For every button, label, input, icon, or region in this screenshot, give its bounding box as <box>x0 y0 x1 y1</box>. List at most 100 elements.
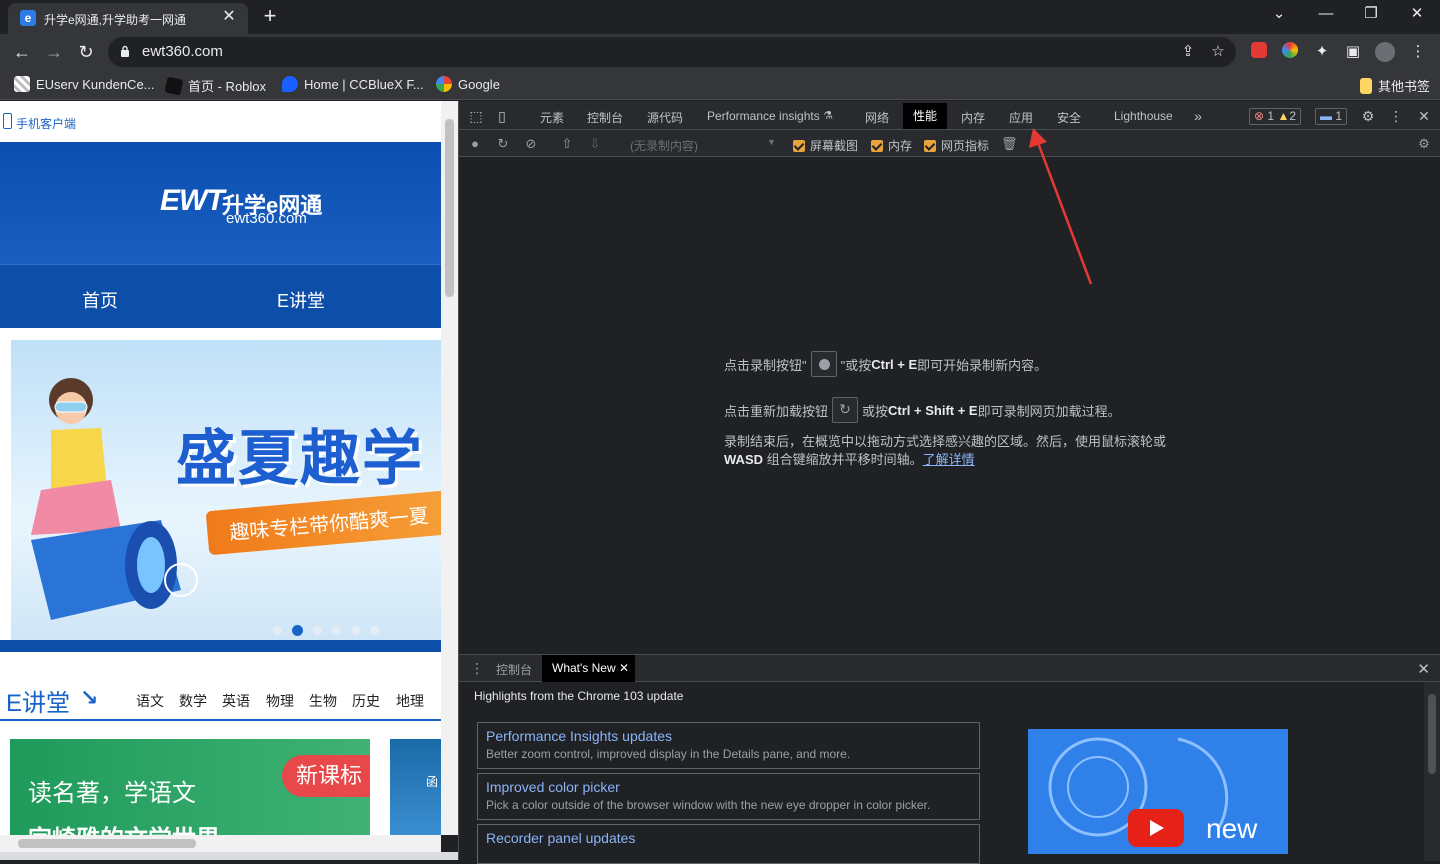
subject-tab[interactable]: 数学 <box>179 691 207 711</box>
nav-home[interactable]: 首页 <box>82 287 118 313</box>
carousel-dot[interactable] <box>273 626 282 635</box>
load-profile-icon[interactable]: ⇧ <box>559 136 575 152</box>
save-profile-icon[interactable]: ⇩ <box>587 136 603 152</box>
side-panel-icon[interactable]: ▣ <box>1343 42 1363 62</box>
drawer-tab-console[interactable]: 控制台 <box>496 661 532 678</box>
close-devtools-icon[interactable]: ✕ <box>1416 108 1432 124</box>
drawer-menu-icon[interactable]: ⋮ <box>470 660 484 677</box>
reload-button[interactable]: ↻ <box>74 40 98 64</box>
close-tab-icon[interactable]: ✕ <box>619 661 629 675</box>
devtools-menu-icon[interactable]: ⋮ <box>1388 108 1404 124</box>
nav-electure[interactable]: E讲堂 <box>277 287 325 313</box>
drawer-tab-whats-new[interactable]: What's New ✕ <box>542 655 636 682</box>
issues-counter[interactable]: ⊗ 1 ▲2 <box>1249 108 1302 125</box>
messages-counter[interactable]: ▬ 1 <box>1315 108 1348 125</box>
inspect-element-icon[interactable]: ⬚ <box>468 108 484 124</box>
tab-elements[interactable]: 元素 <box>540 109 564 126</box>
chrome-menu-icon[interactable]: ⋮ <box>1408 42 1428 62</box>
forward-button[interactable]: → <box>42 40 66 64</box>
subject-tab[interactable]: 语文 <box>136 691 164 711</box>
bookmark-star-icon[interactable]: ☆ <box>1208 42 1228 62</box>
tab-console[interactable]: 控制台 <box>587 109 623 126</box>
feature-card[interactable]: Improved color picker Pick a color outsi… <box>477 773 980 820</box>
close-window-button[interactable]: ✕ <box>1402 4 1432 24</box>
scrollbar-thumb[interactable] <box>1428 694 1436 774</box>
recording-select[interactable]: (无录制内容) <box>630 137 698 154</box>
web-vitals-checkbox[interactable]: 网页指标 <box>924 137 989 154</box>
bookmark-roblox[interactable]: 首页 - Roblox <box>164 76 266 95</box>
youtube-play-icon[interactable] <box>1128 809 1184 847</box>
devtools-divider[interactable] <box>458 101 459 860</box>
browser-tab[interactable]: e 升学e网通,升学助考一网通 ✕ <box>8 3 248 34</box>
carousel-dot[interactable] <box>351 626 360 635</box>
drawer-scrollbar[interactable] <box>1424 682 1440 861</box>
share-icon[interactable]: ⇪ <box>1178 42 1198 62</box>
restore-button[interactable]: ❐ <box>1356 4 1386 24</box>
subject-tab[interactable]: 历史 <box>352 691 380 711</box>
clear-icon[interactable]: ⊘ <box>523 136 539 152</box>
tab-security[interactable]: 安全 <box>1057 109 1081 126</box>
tab-network[interactable]: 网络 <box>865 109 889 126</box>
tab-sources[interactable]: 源代码 <box>647 109 683 126</box>
extension-adblock-icon[interactable] <box>1249 42 1269 62</box>
tab-search-icon[interactable]: ⌄ <box>1264 4 1294 24</box>
more-tabs-icon[interactable]: » <box>1190 108 1206 124</box>
close-drawer-icon[interactable]: ✕ <box>1417 660 1430 678</box>
whats-new-video-thumbnail[interactable]: new <box>1028 729 1288 854</box>
site-logo[interactable]: EWT 升学e网通 ewt360.com <box>160 184 322 227</box>
subject-tab[interactable]: 生物 <box>309 691 337 711</box>
trash-icon[interactable]: 🗑 <box>1001 136 1018 152</box>
tab-application[interactable]: 应用 <box>1009 109 1033 126</box>
extensions-puzzle-icon[interactable]: ✦ <box>1312 42 1332 62</box>
page-horizontal-scrollbar[interactable] <box>0 835 441 852</box>
extension-color-icon[interactable] <box>1280 42 1300 62</box>
feature-title[interactable]: Improved color picker <box>486 779 620 795</box>
memory-checkbox[interactable]: 内存 <box>871 137 912 154</box>
device-toolbar-icon[interactable]: ▯ <box>494 108 510 124</box>
capture-settings-gear-icon[interactable]: ⚙ <box>1416 136 1432 152</box>
tab-performance[interactable]: 性能 <box>903 103 948 129</box>
other-bookmarks[interactable]: 其他书签 <box>1360 76 1430 95</box>
tab-lighthouse[interactable]: Lighthouse <box>1114 109 1173 123</box>
feature-title[interactable]: Performance Insights updates <box>486 728 672 744</box>
feature-card[interactable]: Performance Insights updates Better zoom… <box>477 722 980 769</box>
carousel-dot-active[interactable] <box>292 625 303 636</box>
feature-title[interactable]: Recorder panel updates <box>486 830 635 846</box>
reload-hint: 点击重新加载按钮 ↻ 或按 Ctrl + Shift + E 即可录制网页加载过… <box>724 397 1121 423</box>
tab-performance-insights[interactable]: Performance insights <box>707 109 820 123</box>
course-card[interactable]: 函 <box>390 739 441 835</box>
new-tab-button[interactable]: + <box>258 4 282 28</box>
settings-gear-icon[interactable]: ⚙ <box>1360 108 1376 124</box>
subject-tab[interactable]: 地理 <box>396 691 424 711</box>
minimize-button[interactable]: — <box>1311 4 1341 24</box>
carousel-dot[interactable] <box>313 626 322 635</box>
subject-tab[interactable]: 英语 <box>222 691 250 711</box>
feature-card[interactable]: Recorder panel updates <box>477 824 980 864</box>
screenshots-checkbox[interactable]: 屏幕截图 <box>793 137 858 154</box>
close-tab-icon[interactable]: ✕ <box>220 8 238 26</box>
profile-avatar-icon[interactable] <box>1375 42 1395 62</box>
tab-title: 升学e网通,升学助考一网通 <box>44 13 187 27</box>
tab-memory[interactable]: 内存 <box>961 109 985 126</box>
address-bar[interactable]: ewt360.com <box>108 37 1236 67</box>
carousel-dot[interactable] <box>332 626 341 635</box>
bookmark-euserv[interactable]: EUserv KundenCe... <box>14 76 155 92</box>
scrollbar-thumb[interactable] <box>445 119 454 297</box>
chevron-down-icon[interactable]: ▼ <box>767 137 776 147</box>
scrollbar-thumb[interactable] <box>18 839 196 848</box>
back-button[interactable]: ← <box>10 40 34 64</box>
course-card[interactable]: 读名著，学语文 字崎雅的文学世界 新课标 <box>10 739 370 835</box>
arrow-down-right-icon[interactable]: ↘ <box>80 685 98 711</box>
record-button[interactable] <box>810 351 837 377</box>
bookmark-google[interactable]: Google <box>436 76 500 92</box>
reload-record-icon[interactable]: ↻ <box>495 136 511 152</box>
learn-more-link[interactable]: 了解详情 <box>923 452 975 467</box>
subject-tab[interactable]: 物理 <box>266 691 294 711</box>
promo-banner[interactable]: 盛夏趣学 趣味专栏带你酷爽一夏 <box>11 340 441 640</box>
bookmark-ccbluex[interactable]: Home | CCBlueX F... <box>282 76 424 92</box>
carousel-dot[interactable] <box>370 626 379 635</box>
page-vertical-scrollbar[interactable] <box>441 101 458 835</box>
mobile-client-link[interactable]: 手机客户端 <box>16 115 76 132</box>
reload-record-button[interactable]: ↻ <box>832 397 859 423</box>
record-icon[interactable]: ● <box>467 136 483 152</box>
